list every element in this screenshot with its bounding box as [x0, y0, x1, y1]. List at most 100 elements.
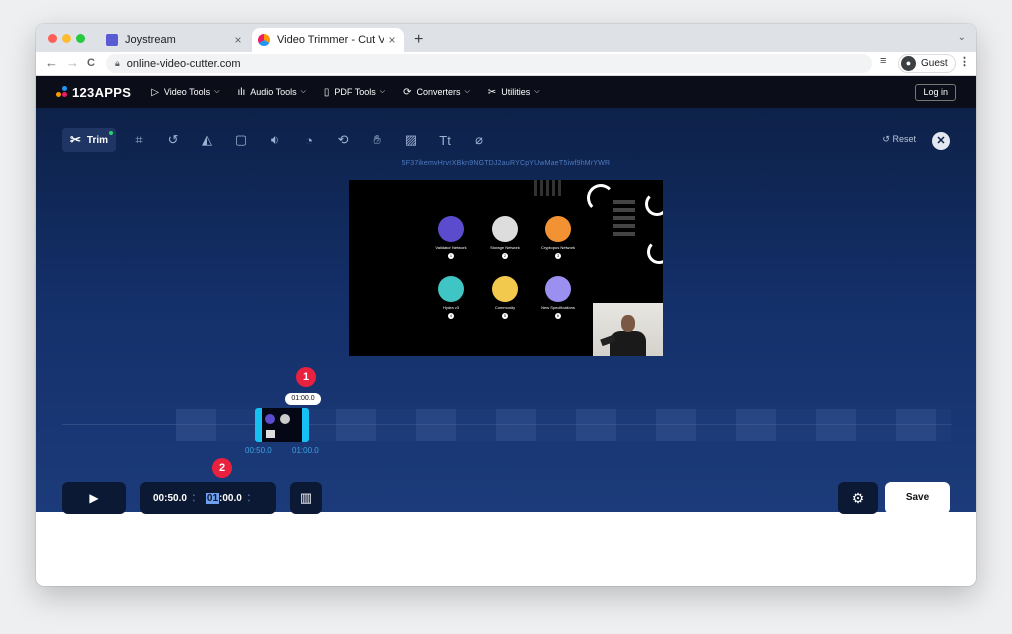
nav-pdf-tools[interactable]: ▯ PDF Tools ⌵ — [324, 87, 385, 98]
new-tab-button[interactable]: + — [414, 31, 423, 49]
chevron-down-icon: ⌵ — [214, 88, 220, 95]
chevron-down-icon: ⌵ — [300, 88, 306, 95]
storage-icon — [492, 216, 518, 242]
reset-icon: ↺ — [882, 134, 890, 144]
site-logo[interactable]: 123APPS — [56, 85, 131, 100]
nav-label: Audio Tools — [250, 87, 297, 97]
active-indicator-dot — [109, 131, 114, 135]
video-preview[interactable]: Validator Network 1 Storage Network 2 Cr… — [349, 180, 663, 356]
video-grid-item: Hydra v3 4 — [428, 276, 474, 319]
start-time-field[interactable]: 00:50.0 ▲ ▼ — [153, 492, 196, 504]
close-tab-icon[interactable]: × — [230, 33, 246, 47]
resize-icon[interactable]: ▢ — [224, 132, 258, 148]
start-time-value: 00:50.0 — [153, 492, 187, 504]
save-button[interactable]: Save — [885, 482, 950, 514]
forward-button[interactable]: → — [66, 55, 79, 70]
nav-video-tools[interactable]: ▷ Video Tools ⌵ — [151, 87, 219, 98]
reset-label: Reset — [892, 134, 916, 144]
scissors-icon: ✂ — [70, 132, 81, 147]
speed-icon[interactable]: ◔ — [292, 133, 326, 148]
joystream-favicon-icon — [106, 34, 118, 46]
decorative-arc — [645, 192, 663, 216]
chevron-down-icon[interactable]: ▼ — [247, 498, 251, 504]
specifications-icon — [545, 276, 571, 302]
chevron-down-icon[interactable]: ▼ — [192, 498, 196, 504]
avatar-icon: ● — [901, 56, 916, 71]
tab-joystream[interactable]: Joystream × — [100, 28, 250, 52]
site-header: 123APPS ▷ Video Tools ⌵ ılı Audio Tools … — [36, 76, 976, 108]
tab-search-chevron-icon[interactable]: ⌄ — [958, 32, 966, 43]
browser-menu-icon[interactable]: ⋮ — [959, 55, 970, 68]
nav-label: Converters — [416, 87, 461, 97]
validator-icon — [438, 216, 464, 242]
login-button[interactable]: Log in — [915, 84, 956, 101]
tab-video-trimmer[interactable]: Video Trimmer - Cut Video Onl × — [252, 28, 404, 52]
reset-button[interactable]: ↺ Reset — [882, 134, 916, 145]
video-grid-item: Storage Network 2 — [482, 216, 528, 259]
hydra-icon — [438, 276, 464, 302]
remove-logo-icon[interactable]: ⌀ — [462, 132, 496, 148]
rotate-icon[interactable]: ↺ — [156, 132, 190, 148]
minimize-window-button[interactable] — [62, 34, 71, 43]
browser-toolbar: ← → C 🔒︎ online-video-cutter.com ≡ ● Gue… — [36, 52, 976, 76]
converter-icon: ⟳ — [403, 86, 412, 98]
annotation-badge-1: 1 — [296, 367, 316, 387]
nav-label: Video Tools — [163, 87, 211, 97]
profile-label: Guest — [921, 58, 948, 69]
presenter-body — [610, 331, 646, 356]
play-button[interactable]: ▶ — [62, 482, 126, 514]
annotation-badge-2: 2 — [212, 458, 232, 478]
grid-item-label: Validator Network — [435, 245, 467, 250]
reading-list-icon[interactable]: ≡ — [880, 55, 886, 67]
address-bar[interactable]: 🔒︎ online-video-cutter.com — [106, 54, 872, 73]
split-mode-button[interactable]: ▥ — [290, 482, 322, 514]
close-tab-icon[interactable]: × — [384, 33, 400, 47]
grid-item-number: 3 — [555, 253, 561, 259]
settings-button[interactable]: ⚙ — [838, 482, 878, 514]
grid-item-number: 4 — [448, 313, 454, 319]
end-time-field[interactable]: 01 :00.0 ▲ ▼ — [205, 492, 251, 504]
close-window-button[interactable] — [48, 34, 57, 43]
gear-icon: ⚙ — [851, 490, 865, 506]
film-strip-icon: ▥ — [299, 490, 313, 505]
video-grid-item: Community 5 — [482, 276, 528, 319]
decorative-stripes — [613, 200, 635, 240]
chevron-down-icon: ⌵ — [534, 88, 540, 95]
grid-item-label: Cryptopus Network — [540, 245, 575, 250]
timeline[interactable] — [36, 408, 976, 442]
back-button[interactable]: ← — [45, 55, 58, 70]
123apps-favicon-icon — [258, 34, 270, 46]
pdf-icon: ▯ — [323, 86, 330, 98]
profile-button[interactable]: ● Guest — [898, 54, 956, 73]
grid-item-label: Community — [494, 305, 516, 310]
file-name: 5F37ikemvHrvrXBkn9NGTDJ2auRYCpYUwMaeT5iw… — [401, 160, 611, 167]
video-grid-item: Cryptopus Network 3 — [535, 216, 581, 259]
crop-icon[interactable]: ⌗ — [122, 132, 156, 148]
reload-button[interactable]: C — [87, 57, 95, 69]
nav-utilities[interactable]: ✂ Utilities ⌵ — [488, 87, 540, 98]
trim-selection[interactable] — [255, 408, 309, 442]
nav-converters[interactable]: ⟳ Converters ⌵ — [403, 87, 470, 98]
nav-audio-tools[interactable]: ılı Audio Tools ⌵ — [237, 87, 305, 98]
close-editor-button[interactable]: ✕ — [932, 132, 950, 150]
community-icon — [492, 276, 518, 302]
stabilize-icon[interactable]: ✋︎ — [360, 132, 394, 148]
add-text-icon[interactable]: Tt — [428, 133, 462, 148]
start-time-stepper[interactable]: ▲ ▼ — [192, 492, 196, 504]
tab-strip: Joystream × Video Trimmer - Cut Video On… — [36, 24, 976, 52]
utilities-icon: ✂ — [487, 86, 497, 98]
trim-tool-button[interactable]: ✂ Trim — [62, 128, 117, 152]
timeline-start-label: 00:50.0 — [245, 446, 272, 455]
end-time-stepper[interactable]: ▲ ▼ — [247, 492, 251, 504]
cryptopus-icon — [545, 216, 571, 242]
play-icon: ▶ — [89, 491, 99, 505]
loop-icon[interactable]: ⟲ — [326, 132, 360, 148]
flip-icon[interactable]: ◭ — [190, 132, 224, 148]
volume-icon[interactable]: 🔉︎ — [258, 132, 292, 148]
thumb-content — [266, 430, 275, 438]
decorative-arc — [647, 240, 663, 264]
image-overlay-icon[interactable]: ▨ — [394, 132, 428, 148]
maximize-window-button[interactable] — [76, 34, 85, 43]
end-time-value: :00.0 — [219, 492, 242, 504]
nav-label: Utilities — [501, 87, 531, 97]
